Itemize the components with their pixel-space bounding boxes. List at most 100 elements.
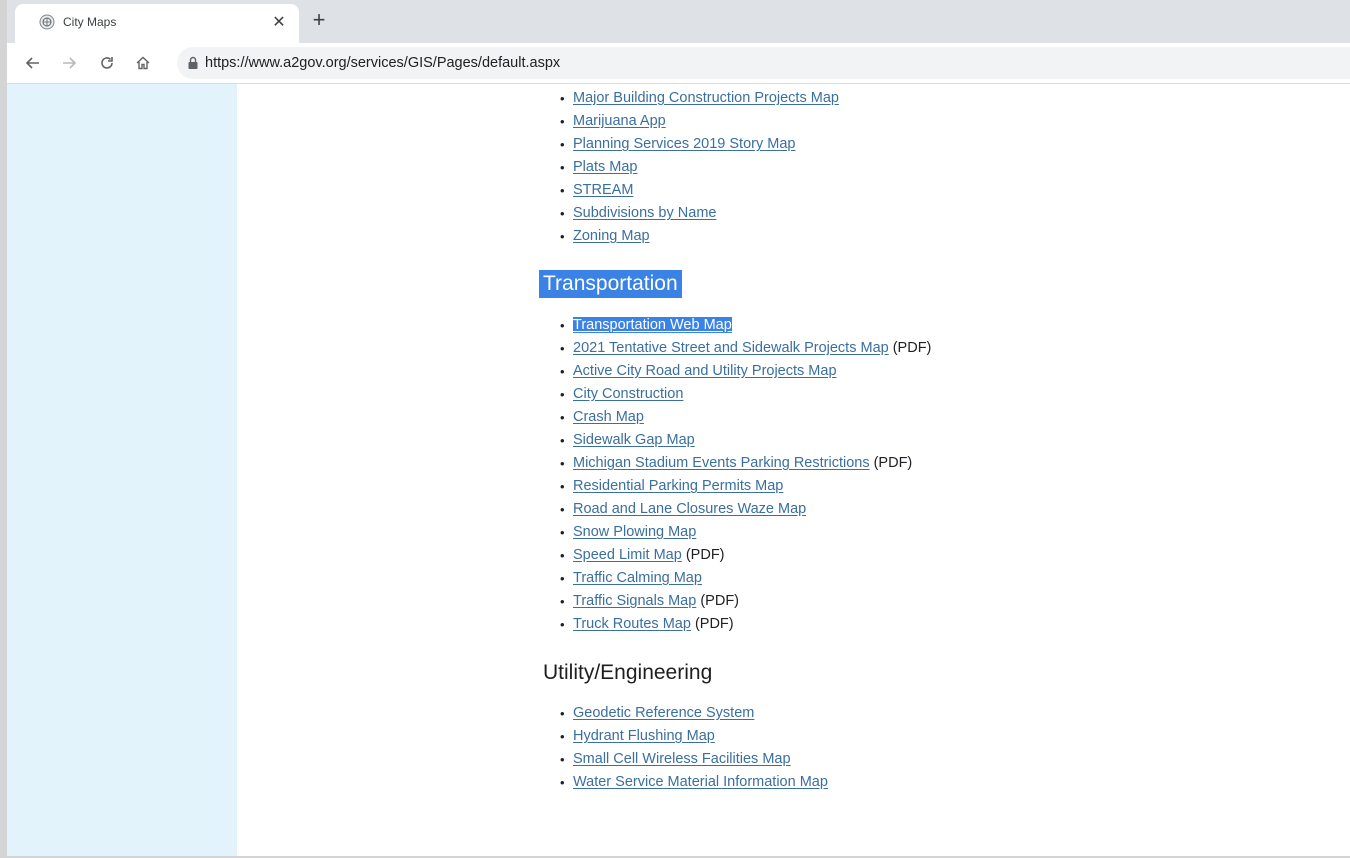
home-icon[interactable]	[129, 49, 157, 77]
list-item: • Subdivisions by Name	[560, 202, 839, 225]
transportation-heading: Transportation	[539, 270, 682, 298]
list-item: • Major Building Construction Projects Ma…	[560, 87, 839, 110]
globe-seal-icon	[39, 14, 55, 30]
map-link[interactable]: Plats Map	[573, 159, 637, 175]
bullet: •	[560, 433, 565, 448]
bullet: •	[560, 387, 565, 402]
reload-icon[interactable]	[93, 49, 121, 77]
list-item: • Plats Map	[560, 156, 839, 179]
bullet: •	[560, 137, 565, 152]
list-item: • Geodetic Reference System	[560, 702, 828, 725]
map-link[interactable]: STREAM	[573, 182, 633, 198]
bullet: •	[560, 752, 565, 767]
browser-toolbar: https://www.a2gov.org/services/GIS/Pages…	[7, 43, 1350, 84]
forward-arrow-icon[interactable]	[55, 49, 83, 77]
bullet: •	[560, 410, 565, 425]
utility-engineering-heading: Utility/Engineering	[543, 661, 713, 684]
list-item: • Michigan Stadium Events Parking Restric…	[560, 452, 931, 475]
map-link[interactable]: Marijuana App	[573, 113, 666, 129]
bullet: •	[560, 91, 565, 106]
list-item: • Planning Services 2019 Story Map	[560, 133, 839, 156]
list-item: • Zoning Map	[560, 225, 839, 248]
map-link[interactable]: Water Service Material Information Map	[573, 774, 828, 790]
list-item: • Traffic Signals Map (PDF)	[560, 590, 931, 613]
browser-window: City Maps ✕ + https://www.a2gov.org/serv…	[0, 0, 1350, 858]
list-item: • STREAM	[560, 179, 839, 202]
left-sidebar	[7, 84, 237, 856]
bullet: •	[560, 548, 565, 563]
back-arrow-icon[interactable]	[19, 49, 47, 77]
bullet: •	[560, 571, 565, 586]
bullet: •	[560, 341, 565, 356]
close-icon[interactable]: ✕	[267, 11, 291, 35]
map-link[interactable]: Active City Road and Utility Projects Ma…	[573, 363, 837, 379]
list-item: • Small Cell Wireless Facilities Map	[560, 748, 828, 771]
bullet: •	[560, 502, 565, 517]
map-link[interactable]: Snow Plowing Map	[573, 524, 696, 540]
list-item: • Water Service Material Information Map	[560, 771, 828, 794]
list-item: • Snow Plowing Map	[560, 521, 931, 544]
bullet: •	[560, 318, 565, 333]
bullet: •	[560, 617, 565, 632]
map-link[interactable]: City Construction	[573, 386, 683, 402]
list-item: • Residential Parking Permits Map	[560, 475, 931, 498]
pdf-note: (PDF)	[696, 593, 739, 609]
pdf-note: (PDF)	[681, 547, 725, 563]
map-link[interactable]: Residential Parking Permits Map	[573, 478, 783, 494]
bullet: •	[560, 160, 565, 175]
list-item: • Transportation Web Map	[560, 314, 931, 337]
tab-title: City Maps	[63, 15, 117, 29]
map-link[interactable]: Major Building Construction Projects Map	[573, 90, 839, 106]
map-link[interactable]: 2021 Tentative Street and Sidewalk Proje…	[573, 340, 889, 356]
list-item: • City Construction	[560, 383, 931, 406]
pdf-note: (PDF)	[869, 455, 913, 471]
page-content: • Major Building Construction Projects Ma…	[237, 84, 1350, 856]
tab-strip: City Maps ✕ +	[7, 0, 1350, 43]
bullet: •	[560, 114, 565, 129]
map-link[interactable]: Zoning Map	[573, 228, 650, 244]
list-item: • Sidewalk Gap Map	[560, 429, 931, 452]
map-link[interactable]: Road and Lane Closures Waze Map	[573, 501, 806, 517]
map-link[interactable]: Truck Routes Map	[573, 616, 691, 632]
address-bar[interactable]: https://www.a2gov.org/services/GIS/Pages…	[177, 47, 1350, 79]
map-link[interactable]: Planning Services 2019 Story Map	[573, 136, 795, 152]
bullet: •	[560, 706, 565, 721]
map-link[interactable]: Transportation Web Map	[573, 317, 732, 333]
map-link[interactable]: Small Cell Wireless Facilities Map	[573, 751, 791, 767]
bullet: •	[560, 525, 565, 540]
bullet: •	[560, 364, 565, 379]
map-link[interactable]: Traffic Signals Map	[573, 593, 696, 609]
list-item: • Hydrant Flushing Map	[560, 725, 828, 748]
pdf-note: (PDF)	[888, 340, 932, 356]
map-link[interactable]: Hydrant Flushing Map	[573, 728, 715, 744]
list-item: • Truck Routes Map (PDF)	[560, 613, 931, 636]
bullet: •	[560, 594, 565, 609]
bullet: •	[560, 456, 565, 471]
list-item: • Marijuana App	[560, 110, 839, 133]
map-link[interactable]: Traffic Calming Map	[573, 570, 702, 586]
map-link[interactable]: Sidewalk Gap Map	[573, 432, 695, 448]
map-link[interactable]: Speed Limit Map	[573, 547, 682, 563]
list-item: • Crash Map	[560, 406, 931, 429]
tab-city-maps[interactable]: City Maps ✕	[15, 4, 299, 43]
bullet: •	[560, 479, 565, 494]
list-item: • Speed Limit Map (PDF)	[560, 544, 931, 567]
url-text[interactable]: https://www.a2gov.org/services/GIS/Pages…	[205, 55, 560, 71]
map-link[interactable]: Michigan Stadium Events Parking Restrict…	[573, 455, 870, 471]
planning-maps-list: • Major Building Construction Projects Ma…	[560, 87, 839, 248]
list-item: • 2021 Tentative Street and Sidewalk Proj…	[560, 337, 932, 360]
transportation-list: • Transportation Web Map • 2021 Tentative …	[560, 314, 932, 636]
lock-icon[interactable]	[187, 56, 199, 70]
bullet: •	[560, 775, 565, 790]
list-item: • Road and Lane Closures Waze Map	[560, 498, 931, 521]
list-item: • Traffic Calming Map	[560, 567, 931, 590]
bullet: •	[560, 229, 565, 244]
map-link[interactable]: Geodetic Reference System	[573, 705, 754, 721]
map-link[interactable]: Crash Map	[573, 409, 644, 425]
list-item: • Active City Road and Utility Projects M…	[560, 360, 931, 383]
bullet: •	[560, 729, 565, 744]
plus-icon[interactable]: +	[305, 7, 333, 35]
map-link[interactable]: Subdivisions by Name	[573, 205, 716, 221]
utility-engineering-list: • Geodetic Reference System • Hydrant Flus…	[560, 702, 828, 794]
bullet: •	[560, 183, 565, 198]
